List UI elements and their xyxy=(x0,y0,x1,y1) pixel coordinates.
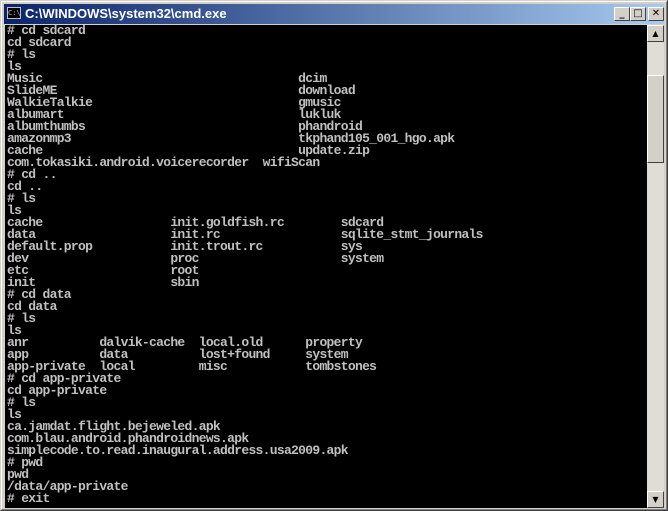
cmd-icon[interactable]: C:\ xyxy=(7,7,21,19)
console-line: cd data xyxy=(7,299,57,314)
maximize-button[interactable]: □ xyxy=(630,7,646,21)
vertical-scrollbar[interactable]: ▲ ▼ xyxy=(647,25,664,508)
window-title: C:\WINDOWS\system32\cmd.exe xyxy=(25,6,227,21)
console-line: # cd sdcard xyxy=(7,25,86,38)
console-line: # ls xyxy=(7,191,36,206)
console-line: # pwd xyxy=(7,455,43,470)
console-line: # exit xyxy=(7,491,50,506)
console-line: # ls xyxy=(7,47,36,62)
title-bar[interactable]: C:\ C:\WINDOWS\system32\cmd.exe _ □ ✕ xyxy=(4,4,664,24)
console-area[interactable]: # cd sdcard cd sdcard # ls ls Music dcim Slid… xyxy=(5,25,647,508)
console-line: # cd data xyxy=(7,287,72,302)
console-output: # cd sdcard cd sdcard # ls ls Music dcim Slid… xyxy=(7,25,483,505)
console-line: # ls xyxy=(7,395,36,410)
minimize-button[interactable]: _ xyxy=(614,7,630,21)
console-line: simplecode.to.read.inaugural.address.usa… xyxy=(7,443,349,458)
console-line: # ls xyxy=(7,311,36,326)
scroll-thumb[interactable] xyxy=(647,75,664,163)
scroll-up-icon[interactable]: ▲ xyxy=(647,25,664,42)
close-button[interactable]: ✕ xyxy=(648,7,664,21)
scroll-down-icon[interactable]: ▼ xyxy=(647,491,664,508)
console-line: cd .. xyxy=(7,179,43,194)
console-line: init sbin xyxy=(7,275,199,290)
console-line: com.tokasiki.android.voicerecorder wifiS… xyxy=(7,155,320,170)
console-line: cd app-private xyxy=(7,383,107,398)
console-line: /data/app-private xyxy=(7,479,128,494)
cmd-window: C:\ C:\WINDOWS\system32\cmd.exe _ □ ✕ # … xyxy=(0,0,668,511)
console-line: # cd .. xyxy=(7,167,57,182)
console-line: cd sdcard xyxy=(7,35,72,50)
